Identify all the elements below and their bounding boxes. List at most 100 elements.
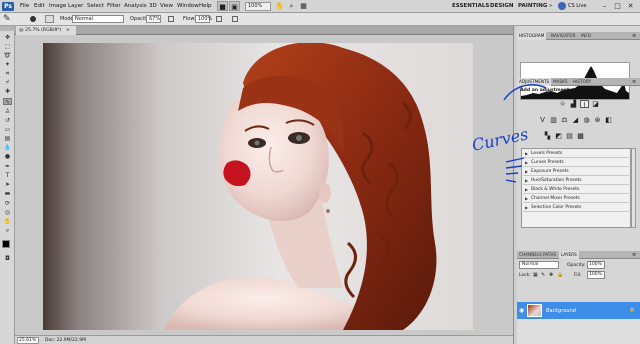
menu-edit[interactable]: Edit — [34, 3, 45, 9]
lock-pixels-icon[interactable]: ✎ — [541, 272, 545, 278]
opacity-input[interactable]: 67% — [146, 15, 161, 23]
gradient-tool-icon[interactable]: ▤ — [3, 135, 12, 142]
arrange-documents-icon[interactable]: ▦ — [298, 1, 309, 11]
presets-scrollbar[interactable] — [631, 148, 636, 228]
lock-transparency-icon[interactable]: ▦ — [533, 272, 538, 278]
cs-live-icon[interactable] — [558, 2, 566, 10]
menu-3d[interactable]: 3D — [149, 3, 157, 9]
menu-window[interactable]: Window — [177, 3, 199, 9]
tablet-pressure-size-icon[interactable] — [232, 16, 238, 22]
lock-position-icon[interactable]: ✥ — [549, 272, 553, 278]
selective-color-icon[interactable]: ▩ — [576, 132, 585, 140]
lock-all-icon[interactable]: 🔒 — [557, 272, 563, 278]
layer-name[interactable]: Background — [546, 308, 576, 314]
pen-tool-icon[interactable]: ✒ — [3, 163, 12, 170]
channel-mixer-icon[interactable]: ⊛ — [593, 116, 602, 124]
cs-live-label[interactable]: CS Live — [568, 3, 586, 9]
menu-help[interactable]: Help — [199, 3, 212, 9]
tab-masks[interactable]: MASKS — [551, 78, 570, 86]
hand-tool-icon[interactable]: ✋ — [3, 218, 12, 225]
curves-icon[interactable]: ⌇ — [580, 100, 589, 109]
gradient-map-icon[interactable]: ▤ — [565, 132, 574, 140]
levels-icon[interactable]: ▟ — [569, 100, 578, 108]
menu-image[interactable]: Image — [49, 3, 66, 9]
foreground-color-swatch[interactable] — [2, 240, 10, 248]
healing-brush-tool-icon[interactable]: ✚ — [3, 88, 12, 95]
menu-analysis[interactable]: Analysis — [124, 3, 147, 9]
lasso-tool-icon[interactable]: ➰ — [3, 52, 12, 59]
close-button[interactable]: ✕ — [625, 1, 636, 11]
panel-menu-icon[interactable]: ≡ — [632, 33, 636, 39]
menu-layer[interactable]: Layer — [68, 3, 83, 9]
document-tab-close-icon[interactable]: × — [66, 28, 70, 33]
3d-orbit-tool-icon[interactable]: ◎ — [3, 209, 12, 216]
layer-row-background[interactable]: ◉ Background 🔒 — [517, 302, 640, 319]
threshold-icon[interactable]: ◩ — [554, 132, 563, 140]
move-tool-icon[interactable]: ✥ — [3, 34, 12, 41]
blur-tool-icon[interactable]: 💧 — [3, 144, 12, 151]
brush-tool-icon[interactable]: ✎ — [3, 98, 12, 106]
menu-view[interactable]: View — [160, 3, 173, 9]
tab-paths[interactable]: PATHS — [541, 251, 558, 259]
color-balance-icon[interactable]: ⚖ — [560, 116, 569, 124]
crop-tool-icon[interactable]: ⌗ — [3, 70, 12, 77]
path-selection-tool-icon[interactable]: ➤ — [3, 181, 12, 188]
brush-size-icon[interactable] — [30, 16, 36, 22]
flow-input[interactable]: 100% — [195, 15, 212, 23]
invert-icon[interactable]: ◧ — [604, 116, 613, 124]
menu-file[interactable]: File — [20, 3, 29, 9]
preset-selective-color[interactable]: ▶ Selective Color Presets — [523, 204, 629, 212]
black-white-icon[interactable]: ◢ — [571, 116, 580, 124]
image-canvas[interactable] — [43, 43, 473, 330]
minimize-button[interactable]: – — [599, 1, 610, 11]
workspace-essentials[interactable]: ESSENTIALS — [452, 3, 489, 9]
panel-menu-icon[interactable]: ≡ — [632, 252, 636, 258]
marquee-tool-icon[interactable]: ⬚ — [3, 43, 12, 50]
tab-navigator[interactable]: NAVIGATOR — [549, 32, 577, 40]
blend-mode-select[interactable]: Normal — [519, 261, 559, 269]
mode-select[interactable]: Normal — [72, 15, 124, 23]
zoom-tool-icon[interactable]: ⌕ — [286, 1, 297, 11]
tools-panel-header[interactable] — [0, 26, 15, 31]
quick-selection-tool-icon[interactable]: ✦ — [3, 61, 12, 68]
eyedropper-tool-icon[interactable]: ⌿ — [3, 79, 12, 86]
status-doc-size[interactable]: Doc: 22.9M/22.9M — [45, 338, 86, 343]
status-zoom-input[interactable]: 25.61% — [17, 337, 39, 344]
layers-opacity-input[interactable]: 100% — [587, 261, 605, 269]
history-brush-tool-icon[interactable]: ↺ — [3, 117, 12, 124]
hue-saturation-icon[interactable]: ▥ — [549, 116, 558, 124]
panel-menu-icon[interactable]: ≡ — [632, 79, 636, 85]
menu-select[interactable]: Select — [87, 3, 104, 9]
document-tab[interactable]: @ 25.7% (RGB/8*) × — [16, 26, 76, 35]
3d-rotate-tool-icon[interactable]: ⟳ — [3, 200, 12, 207]
shape-tool-icon[interactable]: ▬ — [3, 190, 12, 197]
quick-mask-icon[interactable]: ◘ — [3, 255, 12, 262]
zoom-level-select[interactable]: 100% — [245, 2, 271, 11]
exposure-icon[interactable]: ◪ — [591, 100, 600, 108]
workspace-design[interactable]: DESIGN — [490, 3, 513, 9]
dodge-tool-icon[interactable]: ● — [3, 153, 12, 160]
photo-filter-icon[interactable]: ◍ — [582, 116, 591, 124]
airbrush-icon[interactable] — [216, 16, 222, 22]
zoom-tool-icon[interactable]: ⌕ — [3, 227, 12, 234]
eraser-tool-icon[interactable]: ▭ — [3, 126, 12, 133]
maximize-button[interactable]: □ — [612, 1, 623, 11]
tab-info[interactable]: INFO — [579, 32, 593, 40]
type-tool-icon[interactable]: T — [3, 172, 12, 179]
bridge-icon[interactable]: ■ — [217, 1, 228, 11]
brush-panel-toggle-icon[interactable] — [45, 15, 54, 23]
brush-tool-preset-icon[interactable]: ✎ — [3, 14, 15, 24]
tab-history[interactable]: HISTORY — [571, 78, 593, 86]
clone-stamp-tool-icon[interactable]: ♙ — [3, 108, 12, 115]
visibility-eye-icon[interactable]: ◉ — [519, 307, 524, 314]
mini-bridge-icon[interactable]: ▣ — [229, 1, 240, 11]
menu-filter[interactable]: Filter — [107, 3, 121, 9]
fill-input[interactable]: 100% — [587, 271, 605, 279]
brightness-contrast-icon[interactable]: ☼ — [558, 100, 567, 108]
hand-tool-icon[interactable]: ✋ — [274, 1, 285, 11]
tab-channels[interactable]: CHANNELS — [517, 251, 544, 259]
tablet-pressure-opacity-icon[interactable] — [168, 16, 174, 22]
workspace-painting[interactable]: PAINTING — [518, 3, 547, 9]
tab-layers[interactable]: LAYERS — [559, 251, 579, 259]
tab-histogram[interactable]: HISTOGRAM — [517, 32, 547, 40]
